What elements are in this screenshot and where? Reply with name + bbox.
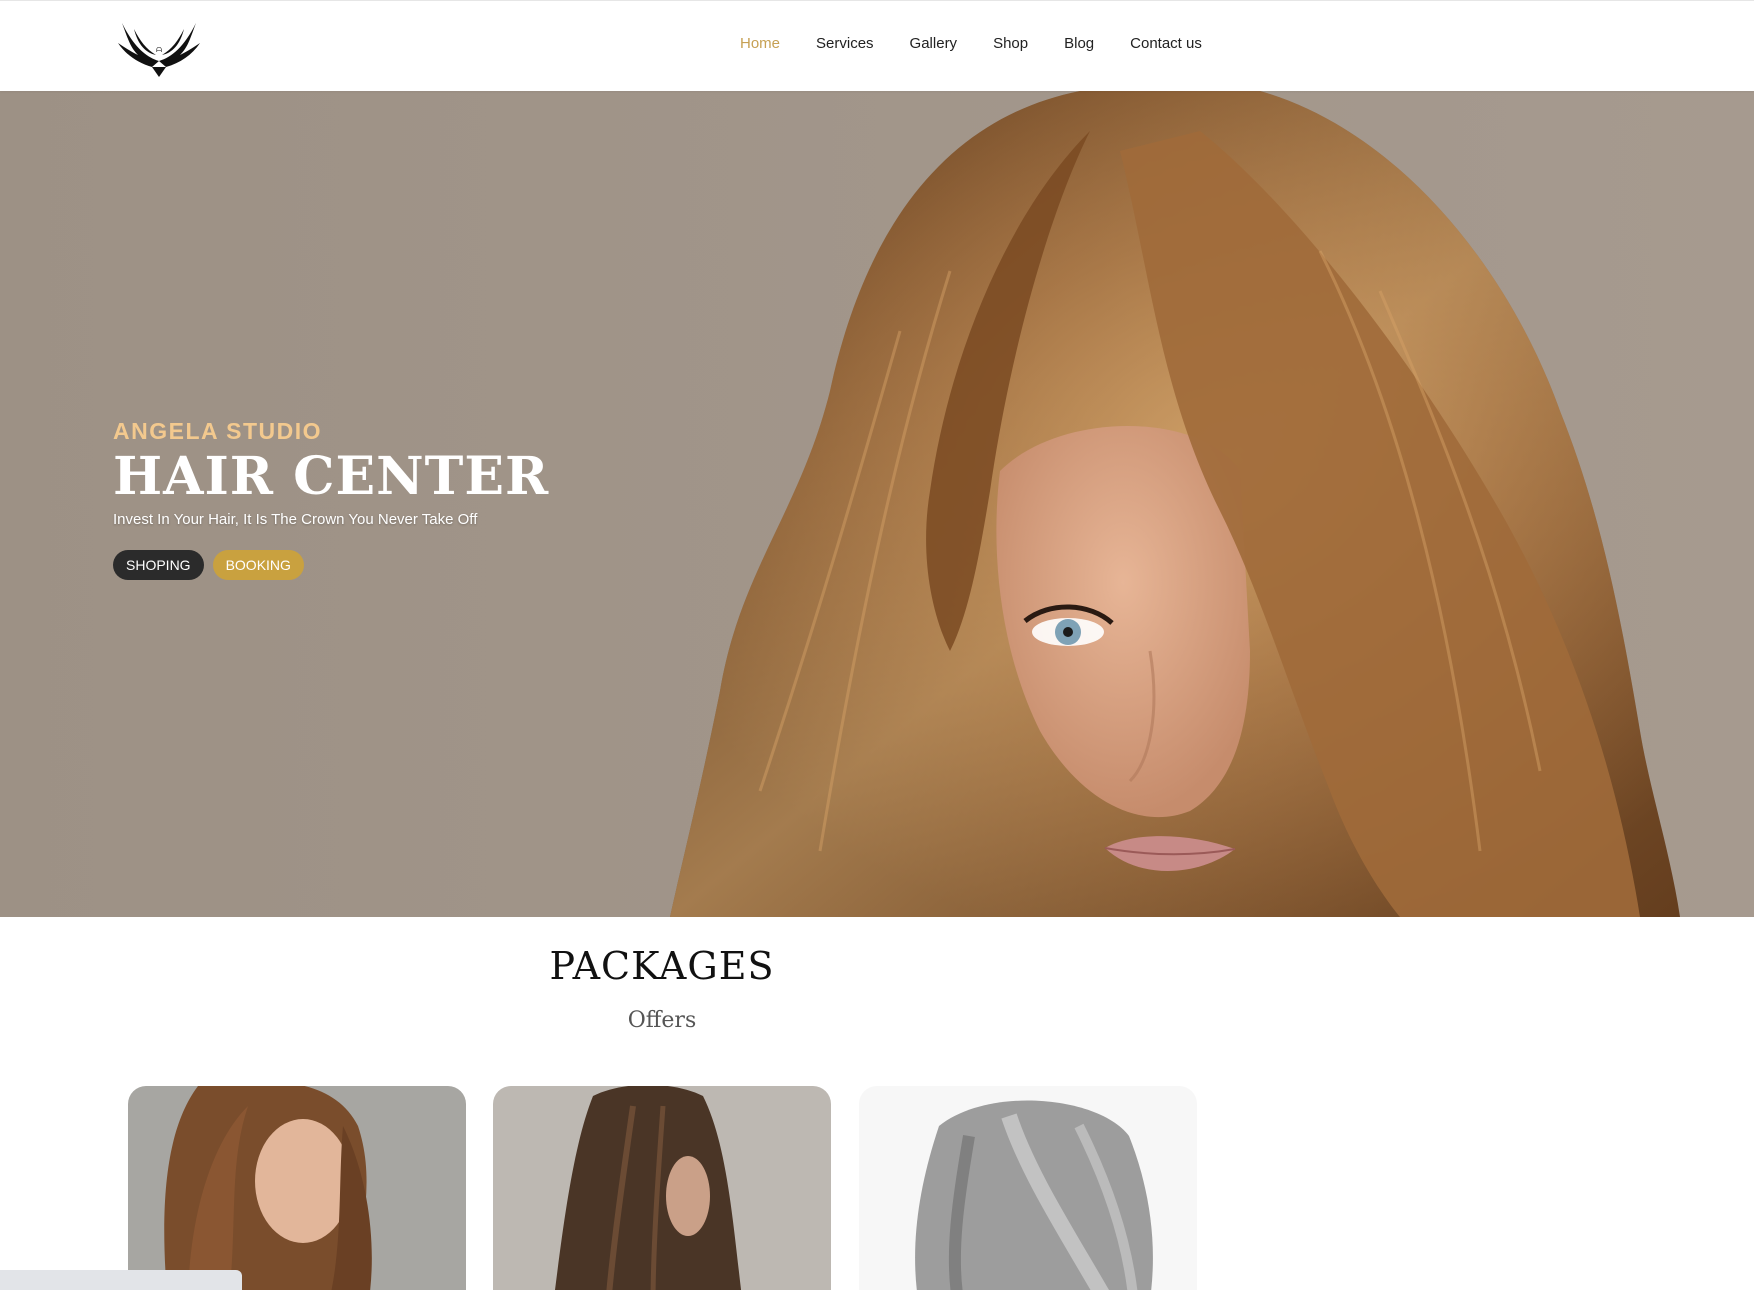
package-image-3 — [859, 1086, 1197, 1290]
package-card-3[interactable] — [859, 1086, 1197, 1290]
package-image-1 — [128, 1086, 466, 1290]
nav-contact[interactable]: Contact us — [1130, 35, 1202, 52]
packages-subtitle: Offers — [627, 1008, 697, 1033]
nav-shop[interactable]: Shop — [993, 35, 1028, 52]
hero-button-row: SHOPING BOOKING — [113, 550, 673, 580]
hero-text-block: ANGELA STUDIO HAIR CENTER Invest In Your… — [113, 418, 673, 580]
nav-blog[interactable]: Blog — [1064, 35, 1094, 52]
packages-title: PACKAGES — [549, 944, 775, 988]
svg-text:ᗩ: ᗩ — [156, 46, 162, 54]
package-image-2 — [493, 1086, 831, 1290]
main-nav: Home Services Gallery Shop Blog Contact … — [740, 35, 1238, 52]
package-card-2[interactable] — [493, 1086, 831, 1290]
page: ᗩ Home Services Gallery Shop Blog Contac… — [0, 0, 1754, 1290]
hero-eyebrow: ANGELA STUDIO — [113, 418, 323, 444]
booking-button[interactable]: BOOKING — [212, 550, 304, 580]
shopping-button[interactable]: SHOPING — [113, 550, 204, 580]
hero-tagline: Invest In Your Hair, It Is The Crown You… — [113, 511, 478, 528]
winged-logo-icon[interactable]: ᗩ — [116, 17, 202, 79]
nav-gallery[interactable]: Gallery — [910, 35, 958, 52]
hero-banner: ANGELA STUDIO HAIR CENTER Invest In Your… — [0, 91, 1754, 917]
bottom-widget-tab[interactable] — [0, 1270, 242, 1290]
site-header: ᗩ Home Services Gallery Shop Blog Contac… — [0, 0, 1754, 91]
nav-services[interactable]: Services — [816, 35, 874, 52]
hero-title: HAIR CENTER — [113, 446, 550, 507]
nav-home[interactable]: Home — [740, 35, 780, 52]
package-card-1[interactable] — [128, 1086, 466, 1290]
